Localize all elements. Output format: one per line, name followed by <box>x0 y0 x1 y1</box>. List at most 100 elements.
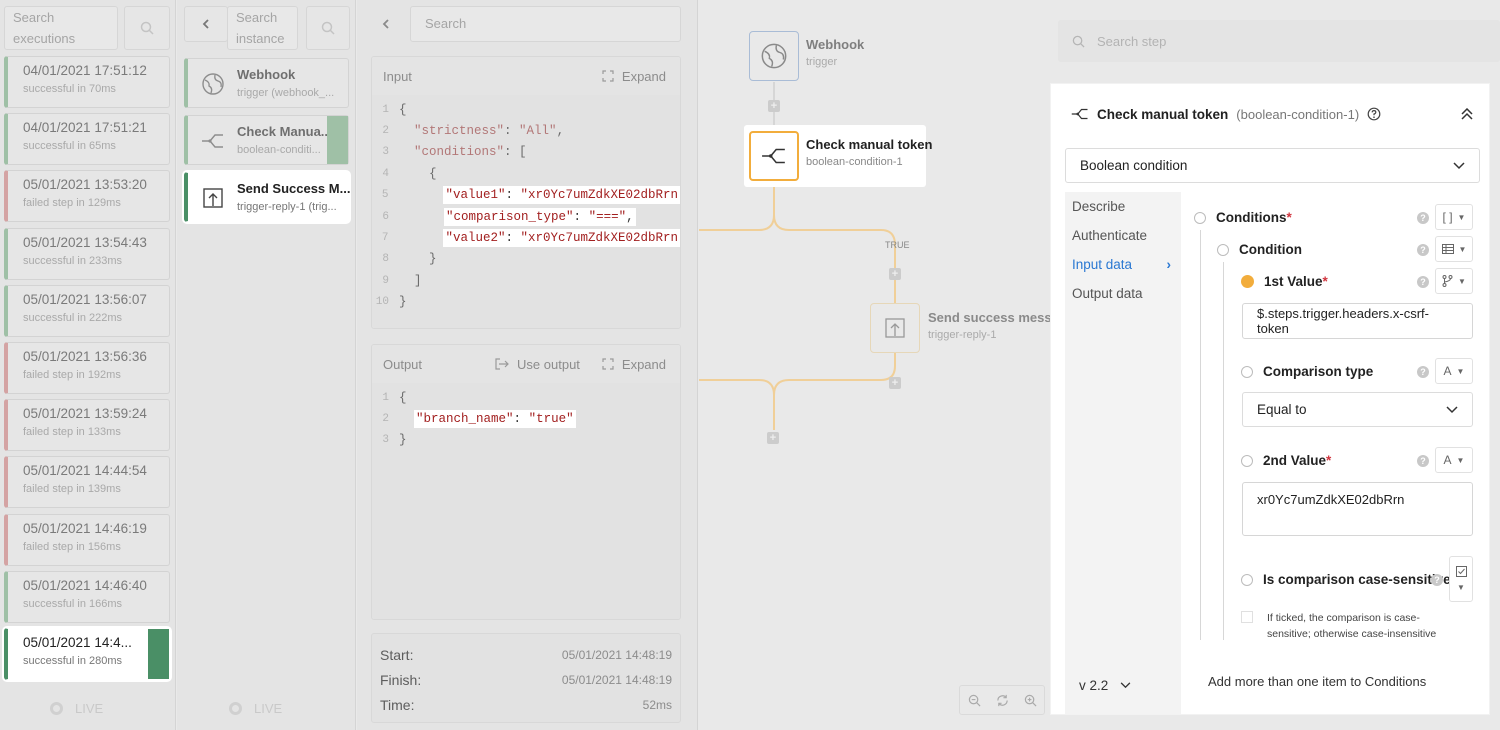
execution-item[interactable]: 05/01/2021 13:59:24 failed step in 133ms <box>4 399 170 452</box>
use-output-button[interactable]: Use output <box>495 357 580 372</box>
required-mark: * <box>1286 210 1292 225</box>
comparison-radio[interactable] <box>1241 365 1253 378</box>
help-icon[interactable]: ? <box>1417 212 1429 224</box>
add-step-plus-icon[interactable]: + <box>889 377 901 389</box>
help-icon[interactable]: ? <box>1417 366 1429 378</box>
brackets-icon: [ ] <box>1442 210 1453 224</box>
value1-input[interactable]: $.steps.trigger.headers.x-csrf-token <box>1242 303 1473 339</box>
line-number: 5 <box>381 189 389 202</box>
instances-search-button[interactable] <box>306 6 350 50</box>
case-help-text: If ticked, the comparison is case-sensit… <box>1267 612 1437 640</box>
back-button[interactable] <box>184 6 228 42</box>
step-type-select[interactable]: Boolean condition <box>1065 148 1480 183</box>
search-icon <box>140 21 154 35</box>
webhook-node[interactable] <box>749 31 799 81</box>
conditions-radio[interactable] <box>1194 211 1206 224</box>
executions-search-button[interactable] <box>124 6 170 50</box>
condition-radio[interactable] <box>1217 243 1229 256</box>
instance-title: Send Success M... <box>237 181 351 196</box>
code-key: "strictness" <box>414 124 505 139</box>
tab-describe[interactable]: Describe <box>1065 192 1181 221</box>
value1-radio-active[interactable] <box>1241 275 1254 288</box>
comparison-type-select[interactable]: Equal to <box>1242 392 1473 427</box>
help-icon[interactable]: ? <box>1417 455 1429 467</box>
comparison-type-field[interactable]: Comparison type <box>1241 364 1373 379</box>
add-more-conditions-button[interactable]: Add more than one item to Conditions <box>1208 674 1426 689</box>
send-success-node[interactable] <box>870 303 920 353</box>
instances-live-toggle[interactable]: LIVE <box>229 701 282 716</box>
add-step-plus-icon[interactable]: + <box>767 432 779 444</box>
instance-item-send-success[interactable]: Send Success M... trigger-reply-1 (trig.… <box>184 172 351 222</box>
io-back-button[interactable] <box>371 6 401 42</box>
code-line: 9 ] <box>372 270 680 291</box>
value1-text: $.steps.trigger.headers.x-csrf-token <box>1257 306 1429 336</box>
output-expand-button[interactable]: Expand <box>602 357 666 372</box>
execution-time: 04/01/2021 17:51:21 <box>23 120 147 136</box>
collapse-up-icon[interactable] <box>1461 108 1473 120</box>
code-line: 2 "strictness": "All", <box>372 120 680 141</box>
value2-field[interactable]: 2nd Value* <box>1241 453 1331 468</box>
execution-item[interactable]: 04/01/2021 17:51:21 successful in 65ms <box>4 113 170 166</box>
code-text: "value1": "xr0Yc7umZdkXE02dbRrn <box>394 186 680 205</box>
execution-item[interactable]: 05/01/2021 13:54:43 successful in 233ms <box>4 227 170 280</box>
execution-item[interactable]: 05/01/2021 13:56:07 successful in 222ms <box>4 284 170 337</box>
execution-item[interactable]: 05/01/2021 14:4... successful in 280ms <box>4 628 170 680</box>
code-line: 1{ <box>372 387 680 408</box>
zoom-in-button[interactable] <box>1016 686 1044 714</box>
value2-type-button[interactable]: A ▼ <box>1435 447 1473 473</box>
line-number: 10 <box>375 296 389 309</box>
help-icon[interactable]: ? <box>1431 574 1443 586</box>
check-node-card[interactable]: Check manual token boolean-condition-1 <box>744 125 932 187</box>
add-step-plus-icon[interactable]: + <box>768 100 780 112</box>
case-sensitive-checkbox[interactable] <box>1241 611 1253 623</box>
instance-item-webhook[interactable]: Webhook trigger (webhook_... <box>184 58 349 108</box>
code-text: "branch_name": "true" <box>395 410 576 429</box>
comparison-type-button[interactable]: A ▼ <box>1435 358 1473 384</box>
instance-item-check-manual-token[interactable]: Check Manua... boolean-conditi... <box>184 115 349 165</box>
check-node[interactable] <box>749 131 799 181</box>
start-value: 05/01/2021 14:48:19 <box>561 647 672 662</box>
execution-time: 05/01/2021 13:59:24 <box>23 406 147 422</box>
git-branch-icon <box>1442 275 1453 287</box>
execution-item[interactable]: 05/01/2021 14:46:19 failed step in 156ms <box>4 513 170 566</box>
code-line: 1{ <box>372 99 680 120</box>
case-sensitive-field[interactable]: Is comparison case-sensitive? <box>1241 572 1459 587</box>
webhook-node-title: Webhook <box>806 37 865 52</box>
case-radio[interactable] <box>1241 573 1253 586</box>
execution-item[interactable]: 05/01/2021 14:46:40 successful in 166ms <box>4 570 170 623</box>
value1-field[interactable]: 1st Value* <box>1241 274 1328 289</box>
tab-authenticate[interactable]: Authenticate <box>1065 221 1181 250</box>
condition-field[interactable]: Condition <box>1217 242 1302 257</box>
execution-item[interactable]: 05/01/2021 13:56:36 failed step in 192ms <box>4 342 170 394</box>
help-circle-icon[interactable] <box>1367 107 1381 121</box>
code-end: , <box>626 209 634 224</box>
conditions-field[interactable]: Conditions* <box>1194 210 1292 225</box>
executions-panel: Search executions 04/01/2021 17:51:12 suc… <box>0 0 176 730</box>
tab-output-data[interactable]: Output data <box>1065 279 1181 308</box>
instances-search-input[interactable]: Search instance <box>227 6 298 50</box>
executions-search-input[interactable]: Search executions <box>4 6 118 50</box>
value2-radio[interactable] <box>1241 454 1253 467</box>
help-icon[interactable]: ? <box>1417 244 1429 256</box>
execution-item[interactable]: 04/01/2021 17:51:12 successful in 70ms <box>4 56 170 108</box>
value2-textarea[interactable]: xr0Yc7umZdkXE02dbRrn <box>1242 482 1473 536</box>
tab-input-data[interactable]: Input data › <box>1065 250 1181 279</box>
conditions-type-button[interactable]: [ ] ▼ <box>1435 204 1473 230</box>
step-search-input[interactable]: Search step <box>1058 20 1500 62</box>
code-line: 4 { <box>372 163 680 184</box>
code-pair: "conditions": [ <box>414 145 527 159</box>
help-icon[interactable]: ? <box>1417 276 1429 288</box>
version-select[interactable]: v 2.2 <box>1079 678 1131 693</box>
execution-item[interactable]: 05/01/2021 14:44:54 failed step in 139ms <box>4 456 170 509</box>
add-step-plus-icon[interactable]: + <box>889 268 901 280</box>
reset-zoom-button[interactable] <box>988 686 1016 714</box>
case-type-button[interactable]: ▼ <box>1449 556 1473 602</box>
input-expand-button[interactable]: Expand <box>602 69 666 84</box>
condition-type-button[interactable]: ▼ <box>1435 236 1473 262</box>
zoom-out-button[interactable] <box>960 686 988 714</box>
executions-live-toggle[interactable]: LIVE <box>50 701 103 716</box>
instances-panel: Search instance Webhook trigger (webhook… <box>177 0 356 730</box>
value1-type-button[interactable]: ▼ <box>1435 268 1473 294</box>
execution-item[interactable]: 05/01/2021 13:53:20 failed step in 129ms <box>4 170 170 223</box>
io-search-input[interactable]: Search <box>410 6 681 42</box>
